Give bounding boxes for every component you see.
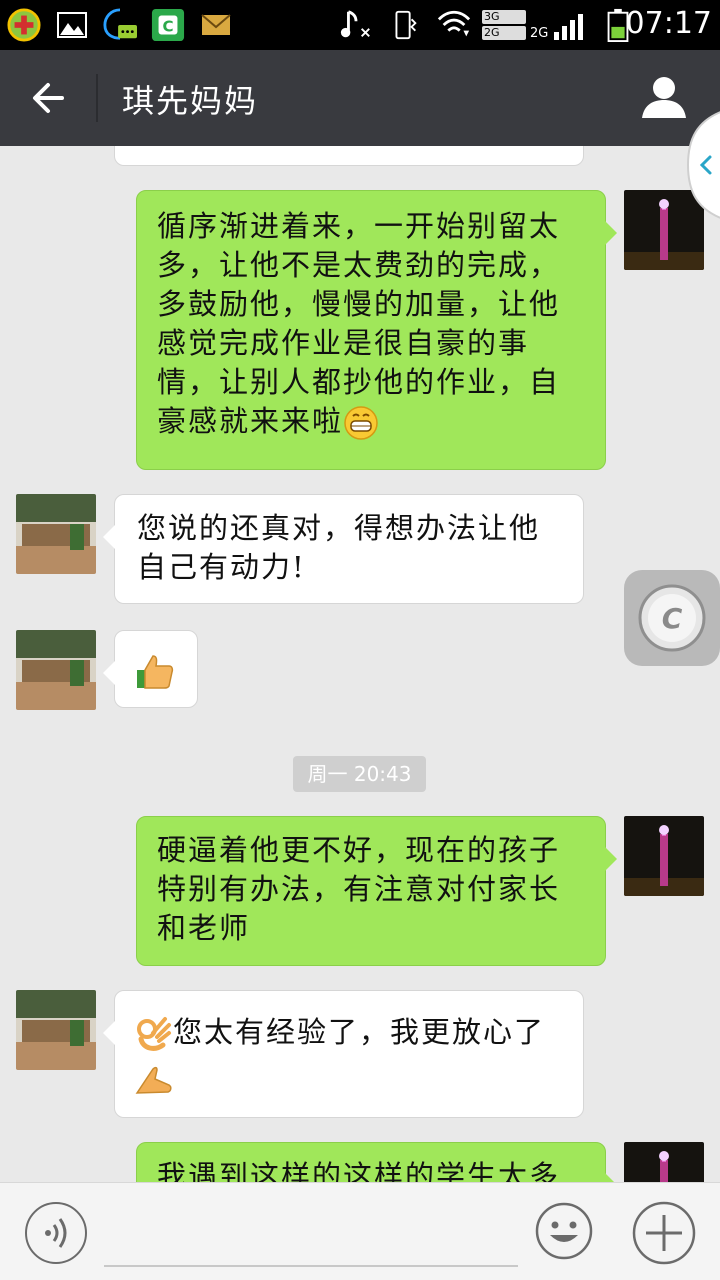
- svg-text:C: C: [162, 18, 173, 36]
- contact-avatar[interactable]: [16, 990, 96, 1070]
- message-text: 硬逼着他更不好，现在的孩子特别有办法，有注意对付家长和老师: [157, 833, 561, 945]
- workshop-photo-image: [16, 494, 96, 574]
- bubble-tail: [605, 847, 617, 871]
- message-bubble-incoming[interactable]: 您说的还真对，得想办法让他自己有动力!: [103, 494, 584, 604]
- floating-assistant-button[interactable]: C: [624, 570, 720, 666]
- grinning-face-emoji: [344, 406, 378, 440]
- pinch-hand-emoji: [135, 1066, 172, 1094]
- bubble-tail: [605, 221, 617, 245]
- workshop-photo-image: [16, 630, 96, 710]
- vibrate-icon: [395, 10, 417, 40]
- message-bubble-outgoing[interactable]: 硬逼着他更不好，现在的孩子特别有办法，有注意对付家长和老师: [136, 816, 617, 966]
- bubble-tail: [605, 1173, 617, 1182]
- bubble-tail: [103, 525, 115, 549]
- message-text: 我遇到这样的这样的学生太多: [157, 1159, 561, 1182]
- signal-icon: [554, 14, 583, 40]
- gallery-icon: [57, 12, 87, 38]
- workshop-photo-image: [16, 990, 96, 1070]
- message-input[interactable]: [104, 1201, 518, 1267]
- emoji-picker-icon[interactable]: [534, 1201, 594, 1261]
- message-list[interactable]: 循序渐进着来，一开始别留太多，让他不是太费劲的完成，多鼓励他，慢慢的加量，让他感…: [0, 146, 720, 1182]
- more-options-plus-icon[interactable]: [632, 1201, 696, 1265]
- bubble-tail: [103, 1021, 115, 1045]
- message-text: 循序渐进着来，一开始别留太多，让他不是太费劲的完成，多鼓励他，慢慢的加量，让他感…: [157, 209, 561, 438]
- contact-profile-icon[interactable]: [638, 72, 690, 124]
- night-tower-image: [624, 816, 704, 896]
- my-avatar[interactable]: [624, 1142, 704, 1182]
- net-type-label: 2G: [530, 26, 549, 41]
- net-2g-label: 2G: [482, 26, 526, 40]
- security-app-icon: C: [151, 8, 185, 42]
- contact-avatar[interactable]: [16, 630, 96, 710]
- mail-icon: [201, 14, 231, 35]
- message-text: 您说的还真对，得想办法让他自己有动力!: [137, 511, 541, 584]
- message-bubble-incoming[interactable]: 您太有经验了，我更放心了: [103, 990, 584, 1118]
- message-bubble-partial[interactable]: [114, 146, 584, 166]
- assistant-c-icon: C: [638, 584, 706, 652]
- ok-hand-emoji: [137, 1017, 171, 1051]
- my-avatar[interactable]: [624, 816, 704, 896]
- message-bubble-incoming[interactable]: [103, 630, 198, 708]
- chat-title: 琪先妈妈: [122, 82, 259, 120]
- net-3g-label: 3G: [482, 10, 526, 24]
- assistant-letter: C: [662, 602, 683, 635]
- bubble-tail: [103, 661, 115, 685]
- chat-header: 琪先妈妈: [0, 50, 720, 146]
- night-tower-image: [624, 1142, 704, 1182]
- network-3g-2g-indicator: 3G 2G: [482, 10, 526, 40]
- side-drawer-tab[interactable]: [686, 110, 720, 220]
- wifi-icon: [437, 10, 471, 37]
- voice-input-icon[interactable]: [24, 1201, 88, 1265]
- app-plus-icon: [7, 8, 41, 42]
- clock: 07:17: [625, 6, 712, 41]
- input-bar: [0, 1182, 720, 1280]
- back-arrow-icon[interactable]: [22, 72, 78, 124]
- message-bubble-outgoing[interactable]: 循序渐进着来，一开始别留太多，让他不是太费劲的完成，多鼓励他，慢慢的加量，让他感…: [136, 190, 617, 470]
- header-divider: [96, 74, 98, 122]
- messenger-icon: [103, 8, 137, 40]
- music-muted-icon: [340, 10, 370, 38]
- status-bar: C 3G 2G 2G 07:17: [0, 0, 720, 50]
- contact-avatar[interactable]: [16, 494, 96, 574]
- thumbs-up-emoji: [137, 655, 174, 689]
- timestamp-chip: 周一 20:43: [293, 756, 426, 792]
- message-bubble-outgoing[interactable]: 我遇到这样的这样的学生太多: [136, 1142, 617, 1182]
- message-text: 您太有经验了，我更放心了: [173, 1015, 546, 1049]
